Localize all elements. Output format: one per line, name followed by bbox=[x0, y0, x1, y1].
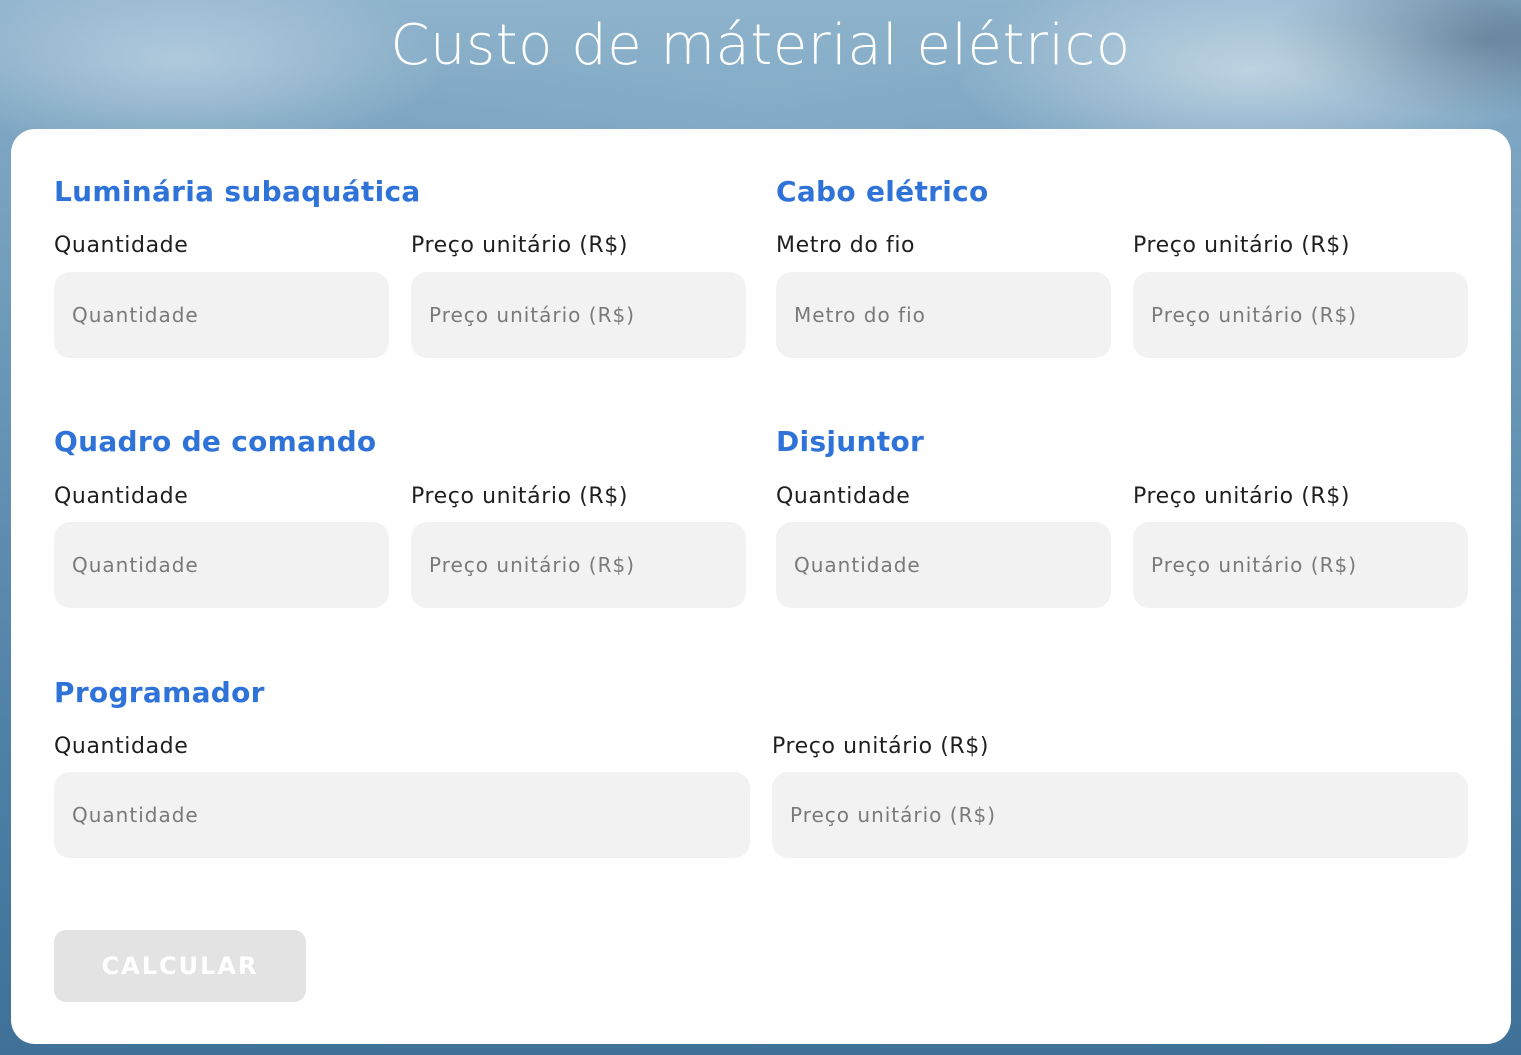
programador-quantity-input[interactable] bbox=[54, 772, 750, 858]
disjuntor-quantity-input[interactable] bbox=[776, 522, 1111, 608]
programador-price-input[interactable] bbox=[772, 772, 1468, 858]
section-title-cabo: Cabo elétrico bbox=[776, 175, 989, 208]
programador-price-label: Preço unitário (R$) bbox=[772, 734, 990, 759]
cabo-meter-label: Metro do fio bbox=[776, 233, 916, 258]
programador-quantity-label: Quantidade bbox=[54, 734, 189, 759]
disjuntor-price-input[interactable] bbox=[1133, 522, 1468, 608]
disjuntor-quantity-label: Quantidade bbox=[776, 484, 911, 509]
luminaria-quantity-input[interactable] bbox=[54, 272, 389, 358]
cabo-price-label: Preço unitário (R$) bbox=[1133, 233, 1351, 258]
section-title-programador: Programador bbox=[54, 676, 265, 709]
cabo-meter-input[interactable] bbox=[776, 272, 1111, 358]
form-card: Luminária subaquática Quantidade Preço u… bbox=[11, 129, 1511, 1044]
page-title: Custo de máterial elétrico bbox=[390, 13, 1131, 78]
calculate-button[interactable]: CALCULAR bbox=[54, 930, 306, 1002]
luminaria-price-input[interactable] bbox=[411, 272, 746, 358]
luminaria-quantity-label: Quantidade bbox=[54, 233, 189, 258]
quadro-price-input[interactable] bbox=[411, 522, 746, 608]
cabo-price-input[interactable] bbox=[1133, 272, 1468, 358]
luminaria-price-label: Preço unitário (R$) bbox=[411, 233, 629, 258]
disjuntor-price-label: Preço unitário (R$) bbox=[1133, 484, 1351, 509]
section-title-luminaria: Luminária subaquática bbox=[54, 175, 421, 208]
quadro-quantity-label: Quantidade bbox=[54, 484, 189, 509]
section-title-quadro: Quadro de comando bbox=[54, 425, 377, 458]
quadro-price-label: Preço unitário (R$) bbox=[411, 484, 629, 509]
quadro-quantity-input[interactable] bbox=[54, 522, 389, 608]
section-title-disjuntor: Disjuntor bbox=[776, 425, 925, 458]
